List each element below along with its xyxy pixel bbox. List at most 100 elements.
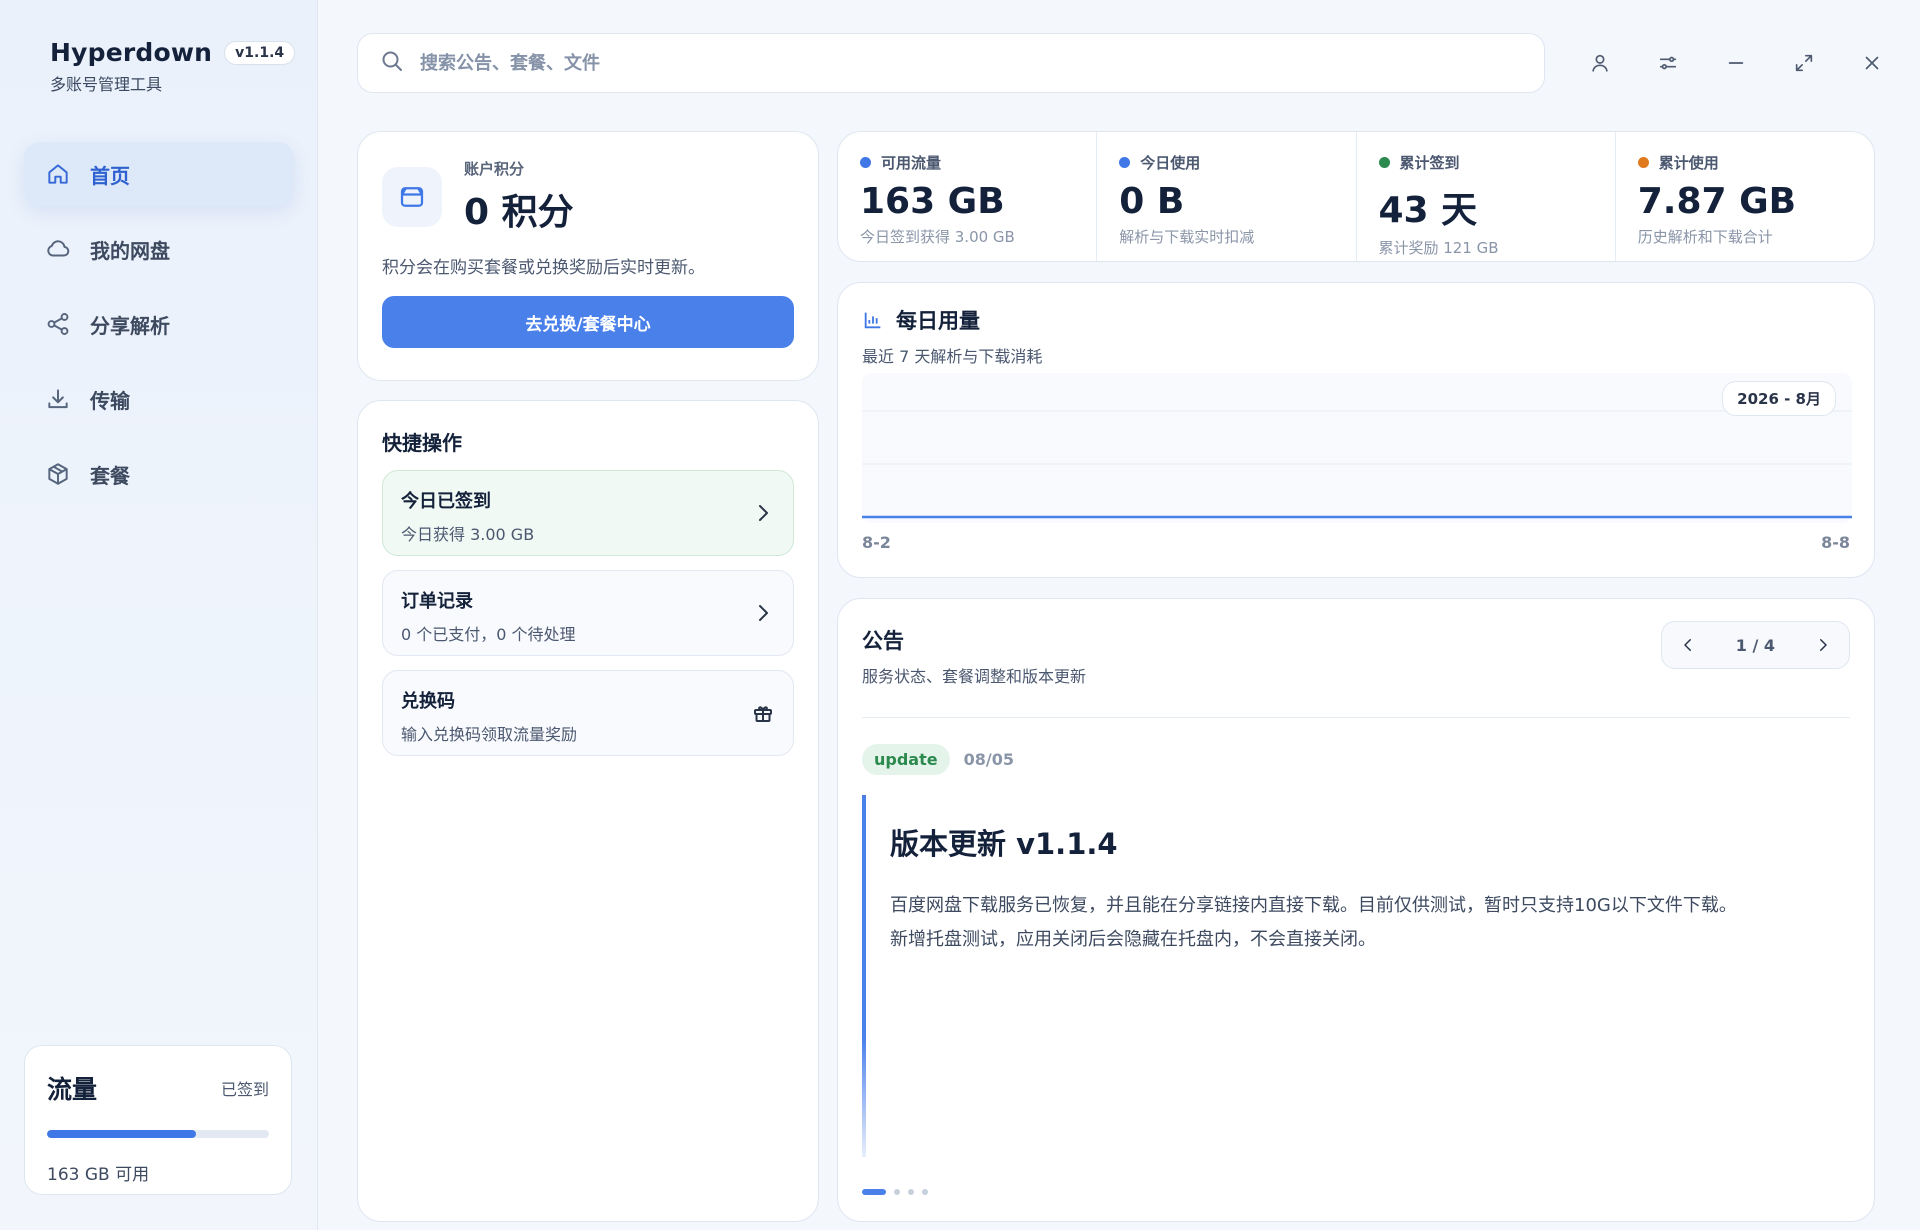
quota-progress-bar xyxy=(47,1130,269,1138)
points-description: 积分会在购买套餐或兑换奖励后实时更新。 xyxy=(382,258,705,278)
next-page-button[interactable] xyxy=(1805,627,1841,663)
stat-value: 163 GB xyxy=(860,181,1005,222)
sidebar-item-share-parse[interactable]: 分享解析 xyxy=(24,292,294,356)
account-button[interactable] xyxy=(1578,42,1622,84)
close-button[interactable] xyxy=(1850,42,1894,84)
month-badge[interactable]: 2026 - 8月 xyxy=(1722,381,1836,416)
stat-value: 7.87 GB xyxy=(1637,181,1797,222)
brand: Hyperdown v1.1.4 多账号管理工具 xyxy=(50,38,296,95)
quota-available-text: 163 GB 可用 xyxy=(47,1165,150,1185)
user-icon xyxy=(1592,54,1608,72)
chevron-right-icon xyxy=(751,501,775,525)
chart-background xyxy=(862,373,1852,523)
stat-subtitle: 解析与下载实时扣减 xyxy=(1119,228,1255,246)
share-icon xyxy=(44,310,72,338)
action-title: 订单记录 xyxy=(401,591,473,612)
announcement-tag: update xyxy=(862,744,950,775)
settings-sliders-icon xyxy=(1659,56,1677,70)
sidebar-item-label: 首页 xyxy=(90,163,130,188)
chevron-right-icon xyxy=(1820,639,1827,651)
page-dots xyxy=(862,1189,928,1195)
stat-available-traffic: 可用流量 163 GB 今日签到获得 3.00 GB xyxy=(838,132,1098,261)
x-axis-end-label: 8-8 xyxy=(1821,533,1850,552)
stat-label: 可用流量 xyxy=(881,154,942,172)
package-icon xyxy=(44,460,72,488)
stat-label: 今日使用 xyxy=(1140,154,1201,172)
stat-value: 0 B xyxy=(1119,181,1185,222)
announcement-date: 08/05 xyxy=(963,750,1014,769)
stats-card: 可用流量 163 GB 今日签到获得 3.00 GB 今日使用 0 B 解析与下… xyxy=(837,131,1875,262)
sidebar-item-home[interactable]: 首页 xyxy=(24,142,294,206)
traffic-quota-card: 流量 已签到 163 GB 可用 xyxy=(24,1045,292,1195)
stat-total-checkins: 累计签到 43 天 累计奖励 121 GB xyxy=(1357,132,1616,261)
bar-chart-icon xyxy=(864,312,881,329)
quota-progress-fill xyxy=(47,1130,196,1138)
stat-label: 累计签到 xyxy=(1399,154,1460,172)
sidebar-item-my-drive[interactable]: 我的网盘 xyxy=(24,217,294,281)
checkin-status: 已签到 xyxy=(220,1080,269,1099)
action-subtitle: 输入兑换码领取流量奖励 xyxy=(401,725,578,744)
page-indicator: 1 / 4 xyxy=(1735,635,1775,655)
page-dot[interactable] xyxy=(862,1189,886,1195)
stat-label: 累计使用 xyxy=(1658,154,1719,172)
redeem-plan-center-button[interactable]: 去兑换/套餐中心 xyxy=(382,296,794,348)
announcement-line: 新增托盘测试，应用关闭后会隐藏在托盘内，不会直接关闭。 xyxy=(890,929,1376,950)
checkin-action[interactable]: 今日已签到 今日获得 3.00 GB xyxy=(382,470,794,556)
action-subtitle: 今日获得 3.00 GB xyxy=(401,525,535,544)
x-axis-start-label: 8-2 xyxy=(862,533,891,552)
announcement-subtitle: 服务状态、套餐调整和版本更新 xyxy=(862,667,1087,686)
search-bar xyxy=(357,33,1545,93)
announcement-heading: 版本更新 v1.1.4 xyxy=(890,827,1118,861)
quick-actions-title: 快捷操作 xyxy=(382,431,462,455)
wallet-icon xyxy=(382,166,442,227)
sidebar-item-label: 套餐 xyxy=(90,463,130,488)
app-name: Hyperdown xyxy=(50,38,213,67)
stat-total-usage: 累计使用 7.87 GB 历史解析和下载合计 xyxy=(1616,132,1874,261)
sidebar-nav: 首页 我的网盘 分享解析 传输 套餐 xyxy=(24,142,294,517)
stat-subtitle: 历史解析和下载合计 xyxy=(1637,228,1773,246)
page-dot[interactable] xyxy=(922,1189,928,1195)
redeem-code-action[interactable]: 兑换码 输入兑换码领取流量奖励 xyxy=(382,670,794,756)
daily-usage-card: 每日用量 最近 7 天解析与下载消耗 2026 - 8月 8-2 8-8 xyxy=(837,282,1875,578)
page-dot[interactable] xyxy=(908,1189,914,1195)
stat-subtitle: 累计奖励 121 GB xyxy=(1378,239,1499,257)
announcement-body: 版本更新 v1.1.4 百度网盘下载服务已恢复，并且能在分享链接内直接下载。目前… xyxy=(862,795,1852,1157)
stat-subtitle: 今日签到获得 3.00 GB xyxy=(860,228,1015,246)
usage-subtitle: 最近 7 天解析与下载消耗 xyxy=(862,347,1043,366)
points-value: 0 积分 xyxy=(464,192,574,233)
search-icon xyxy=(380,49,404,77)
points-label: 账户积分 xyxy=(464,160,525,178)
sidebar-item-label: 我的网盘 xyxy=(90,238,170,263)
order-history-action[interactable]: 订单记录 0 个已支付，0 个待处理 xyxy=(382,570,794,656)
close-icon xyxy=(1865,56,1879,70)
minimize-icon xyxy=(1728,62,1744,64)
cloud-icon xyxy=(44,235,72,263)
action-subtitle: 0 个已支付，0 个待处理 xyxy=(401,625,576,644)
announcement-text: 百度网盘下载服务已恢复，并且能在分享链接内直接下载。目前仅供测试，暂时只支持10… xyxy=(890,889,1852,957)
version-badge: v1.1.4 xyxy=(224,40,296,65)
chevron-right-icon xyxy=(751,601,775,625)
home-icon xyxy=(44,160,72,188)
points-card: 账户积分 0 积分 积分会在购买套餐或兑换奖励后实时更新。 去兑换/套餐中心 xyxy=(357,131,819,381)
sidebar: Hyperdown v1.1.4 多账号管理工具 首页 我的网盘 分享解析 传输… xyxy=(0,0,318,1230)
settings-button[interactable] xyxy=(1646,42,1690,84)
chevron-left-icon xyxy=(1684,639,1691,651)
search-input[interactable] xyxy=(420,52,1420,74)
stat-today-usage: 今日使用 0 B 解析与下载实时扣减 xyxy=(1097,132,1357,261)
quota-title: 流量 xyxy=(47,1075,98,1104)
sidebar-item-transfer[interactable]: 传输 xyxy=(24,367,294,431)
maximize-button[interactable] xyxy=(1782,42,1826,84)
status-dot xyxy=(1637,157,1649,168)
sidebar-item-package[interactable]: 套餐 xyxy=(24,442,294,506)
sidebar-item-label: 传输 xyxy=(90,388,130,413)
page-dot[interactable] xyxy=(894,1189,900,1195)
maximize-icon xyxy=(1795,54,1813,72)
status-dot xyxy=(860,157,871,168)
announcement-title: 公告 xyxy=(862,629,904,653)
announcement-line: 百度网盘下载服务已恢复，并且能在分享链接内直接下载。目前仅供测试，暂时只支持10… xyxy=(890,895,1737,916)
minimize-button[interactable] xyxy=(1714,42,1758,84)
gift-icon xyxy=(751,701,775,725)
divider xyxy=(862,717,1850,718)
announcement-card: 公告 服务状态、套餐调整和版本更新 1 / 4 update 08/05 版本更… xyxy=(837,598,1875,1222)
previous-page-button[interactable] xyxy=(1670,627,1706,663)
